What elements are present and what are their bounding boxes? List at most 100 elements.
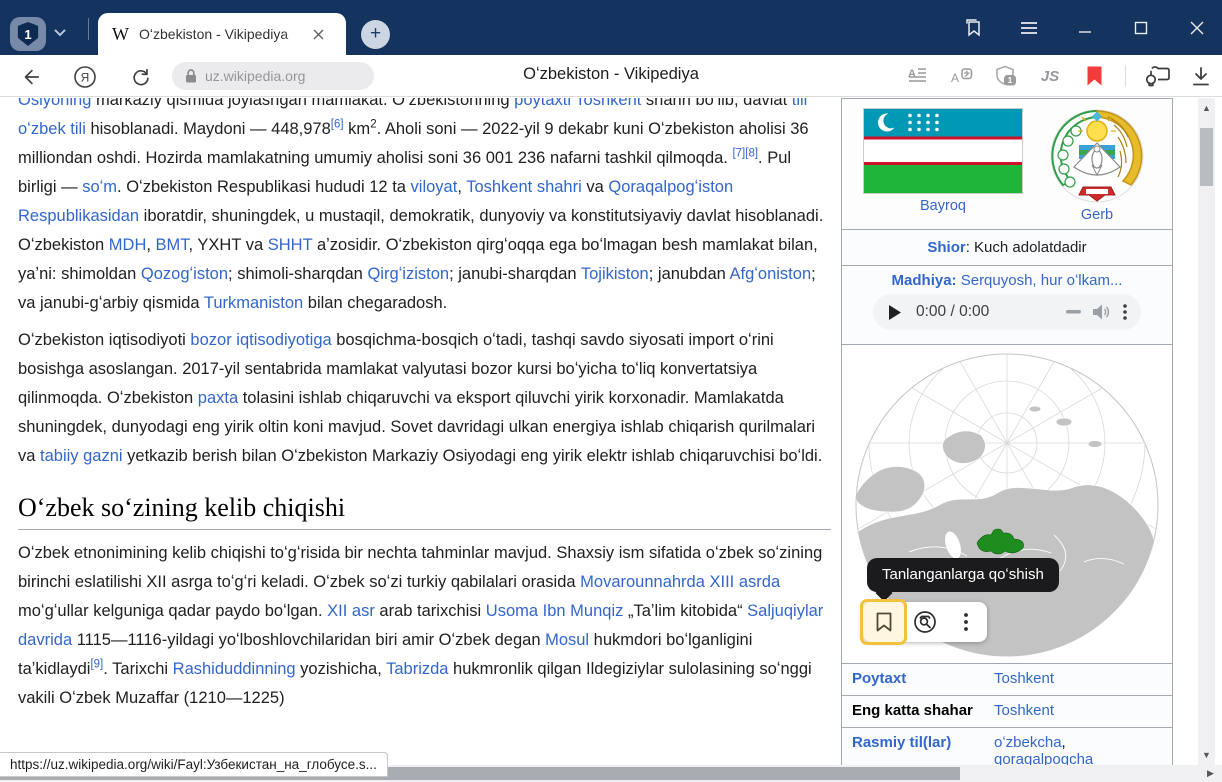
inline-link[interactable]: viloyat xyxy=(411,178,458,196)
inline-link[interactable]: Serquyosh, hur oʻlkam... xyxy=(961,272,1123,289)
inline-link[interactable]: Poytaxt xyxy=(852,670,906,687)
inline-link[interactable]: Tabrizda xyxy=(386,660,448,678)
maximize-icon[interactable] xyxy=(1130,17,1152,39)
yandex-home-icon[interactable]: Я xyxy=(72,64,98,90)
row-label: Eng katta shahar xyxy=(852,702,994,719)
text-run: . Tarixchi xyxy=(103,660,172,678)
uzbekistan-flag-image[interactable] xyxy=(863,108,1023,194)
inline-link[interactable]: [9] xyxy=(90,660,103,678)
inline-link[interactable]: XII asr xyxy=(327,602,375,620)
inline-link[interactable]: SHHT xyxy=(268,236,313,254)
bookmark-filled-icon[interactable] xyxy=(1081,63,1107,89)
reader-mode-icon[interactable]: A xyxy=(905,63,931,89)
row-label: Poytaxt xyxy=(852,670,994,687)
download-icon[interactable] xyxy=(1188,63,1214,89)
more-actions-icon[interactable] xyxy=(945,602,986,642)
article-paragraph: Oʻzbekiston iqtisodiyoti bozor iqtisodiy… xyxy=(18,326,831,471)
inline-link[interactable]: Qozogʻiston xyxy=(141,265,228,283)
inline-link[interactable]: MDH xyxy=(109,236,147,254)
inline-link[interactable]: Toshkent xyxy=(994,702,1054,719)
inline-link[interactable]: Madhiya: xyxy=(892,272,961,289)
seek-bar[interactable] xyxy=(1066,310,1081,314)
play-icon[interactable] xyxy=(889,305,902,320)
article-paragraph: Osiyoning markaziy qismida joylashgan ma… xyxy=(18,98,831,318)
refresh-icon[interactable] xyxy=(128,64,154,90)
titlebar-divider xyxy=(88,18,89,40)
minimize-icon[interactable] xyxy=(1074,17,1096,39)
tab-close-icon[interactable] xyxy=(313,29,324,40)
inline-link[interactable]: oʻzbekcha xyxy=(994,734,1062,751)
inline-link[interactable]: BMT xyxy=(156,236,189,254)
flag-caption-link[interactable]: Bayroq xyxy=(863,198,1023,214)
title-bar: 1 W Oʻzbekiston - Vikipediya + xyxy=(0,0,1222,55)
inline-link[interactable]: Osiyoning xyxy=(18,98,91,109)
inline-link[interactable]: Shior xyxy=(927,239,965,256)
inline-link[interactable]: Toshkent xyxy=(994,670,1054,687)
text-run: arab tarixchisi xyxy=(375,602,486,620)
section-heading: Oʻzbek soʻzining kelib chiqishi xyxy=(18,493,831,530)
text-run: , xyxy=(1062,734,1066,751)
page-title: Oʻzbekiston - Vikipediya xyxy=(411,65,811,84)
article-body: Osiyoning markaziy qismida joylashgan ma… xyxy=(18,98,831,721)
close-window-icon[interactable] xyxy=(1186,17,1208,39)
text-run: markaziy qismida joylashgan mamlakat. Oʻ… xyxy=(91,98,514,109)
javascript-icon[interactable]: JS xyxy=(1037,63,1063,89)
browser-tab[interactable]: W Oʻzbekiston - Vikipediya xyxy=(98,13,346,55)
translate-icon[interactable]: A xyxy=(949,63,975,89)
password-manager-icon[interactable] xyxy=(1144,63,1170,89)
inline-link[interactable]: [7][8] xyxy=(732,149,758,167)
inline-link[interactable]: Toshkent shahri xyxy=(466,178,582,196)
scroll-down-arrow[interactable]: ▼ xyxy=(1198,747,1215,763)
text-run: . Oʻzbekiston Respublikasi hududi 12 ta xyxy=(117,178,411,196)
menu-icon[interactable] xyxy=(1018,17,1040,39)
status-link-preview: https://uz.wikipedia.org/wiki/Fayl:Узбек… xyxy=(0,752,388,777)
tab-counter-button[interactable]: 1 xyxy=(10,17,46,51)
back-icon[interactable] xyxy=(18,64,44,90)
inline-link[interactable]: Mosul xyxy=(545,631,589,649)
inline-link[interactable]: Rasmiy til(lar) xyxy=(852,734,951,751)
text-run: „Taʼlim kitobida“ xyxy=(623,602,747,620)
inline-link[interactable]: tabiiy gazni xyxy=(40,447,123,465)
protect-shield-icon[interactable]: 1 xyxy=(993,63,1019,89)
inline-link[interactable]: Usoma Ibn Munqiz xyxy=(486,602,624,620)
text-run: , xyxy=(457,178,466,196)
inline-link[interactable]: Qirgʻiziston xyxy=(367,265,449,283)
new-tab-button[interactable]: + xyxy=(361,20,390,49)
uzbekistan-emblem-image[interactable] xyxy=(1046,105,1148,207)
text-run: bilan chegaradosh. xyxy=(303,294,447,312)
inline-link[interactable]: paxta xyxy=(198,389,238,407)
url-text: uz.wikipedia.org xyxy=(205,68,305,84)
inline-link[interactable]: [6] xyxy=(331,120,344,138)
inline-link[interactable]: Afgʻoniston xyxy=(729,265,811,283)
inline-link[interactable]: Movarounnahrda xyxy=(580,573,705,591)
toolbar-divider xyxy=(1125,65,1126,87)
address-bar[interactable]: uz.wikipedia.org xyxy=(172,62,374,90)
text-run: 1115—1116-yildagi yoʻlboshlovchilaridan … xyxy=(72,631,545,649)
visual-search-icon[interactable] xyxy=(904,602,945,642)
volume-icon[interactable] xyxy=(1093,304,1111,320)
inline-link[interactable]: soʻm xyxy=(82,178,117,196)
emblem-caption-link[interactable]: Gerb xyxy=(1046,207,1148,223)
row-value: Toshkent xyxy=(994,670,1162,687)
text-run: km xyxy=(344,120,371,138)
scroll-up-arrow[interactable]: ▲ xyxy=(1198,100,1215,116)
inline-link[interactable]: Rashiduddinning xyxy=(173,660,296,678)
tab-counter-shield-icon: 1 xyxy=(17,22,39,46)
inline-link[interactable]: XIII asrda xyxy=(710,573,781,591)
vertical-scroll-thumb[interactable] xyxy=(1200,128,1213,186)
text-run: : Kuch adolatdadir xyxy=(966,239,1087,256)
player-menu-icon[interactable] xyxy=(1123,304,1127,320)
inline-link[interactable]: Tojikiston xyxy=(581,265,649,283)
text-run: yozishicha, xyxy=(296,660,387,678)
image-action-bar xyxy=(863,602,987,642)
inline-link[interactable]: Turkmaniston xyxy=(204,294,303,312)
inline-link[interactable]: bozor iqtisodiyotiga xyxy=(190,331,331,349)
svg-text:A: A xyxy=(951,71,959,85)
add-to-favorites-icon[interactable] xyxy=(863,602,904,642)
vertical-scrollbar[interactable]: ▲ ▼ xyxy=(1198,98,1215,765)
audio-player: 0:00 / 0:00 xyxy=(873,294,1141,330)
bookmarks-panel-icon[interactable] xyxy=(962,17,984,39)
tab-list-chevron-icon[interactable] xyxy=(54,24,66,42)
inline-link[interactable]: poytaxti Toshkent xyxy=(514,98,641,109)
scroll-right-arrow[interactable]: ▶ xyxy=(1202,765,1219,782)
